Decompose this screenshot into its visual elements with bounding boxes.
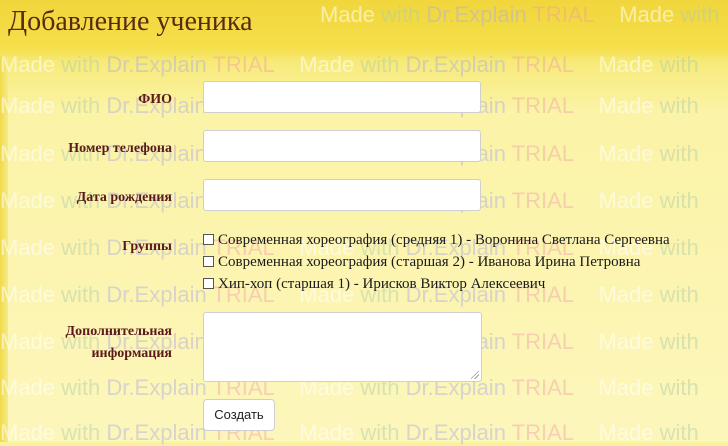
group-option[interactable]: Современная хореография (старшая 2) - Ив… (203, 252, 640, 272)
phone-label: Номер телефона (68, 141, 172, 156)
fio-input[interactable] (203, 81, 481, 113)
fio-label: ФИО (138, 92, 172, 107)
extra-info-label-line2: информация (91, 346, 172, 361)
group-checkbox[interactable] (203, 278, 214, 289)
group-option-label: Хип-хоп (старшая 1) - Ирисков Виктор Але… (218, 276, 546, 292)
group-option-label: Современная хореография (средняя 1) - Во… (218, 232, 670, 248)
birth-date-input[interactable] (203, 179, 481, 211)
group-checkbox[interactable] (203, 234, 214, 245)
group-option[interactable]: Современная хореография (средняя 1) - Во… (203, 230, 670, 250)
add-student-form: ФИО Номер телефона Дата рождения Группы … (0, 0, 728, 442)
extra-info-label-line1: Дополнительная (65, 324, 173, 339)
extra-info-textarea[interactable] (203, 312, 482, 382)
resize-grip-icon[interactable] (471, 371, 479, 379)
group-checkbox[interactable] (203, 256, 214, 267)
groups-label: Группы (122, 239, 172, 254)
phone-input[interactable] (203, 130, 481, 162)
create-button[interactable]: Создать (203, 399, 275, 431)
group-option-label: Современная хореография (старшая 2) - Ив… (218, 254, 641, 270)
group-option[interactable]: Хип-хоп (старшая 1) - Ирисков Виктор Але… (203, 274, 545, 294)
birth-date-label: Дата рождения (76, 190, 172, 205)
extra-info-label: Дополнительная информация (66, 321, 173, 365)
